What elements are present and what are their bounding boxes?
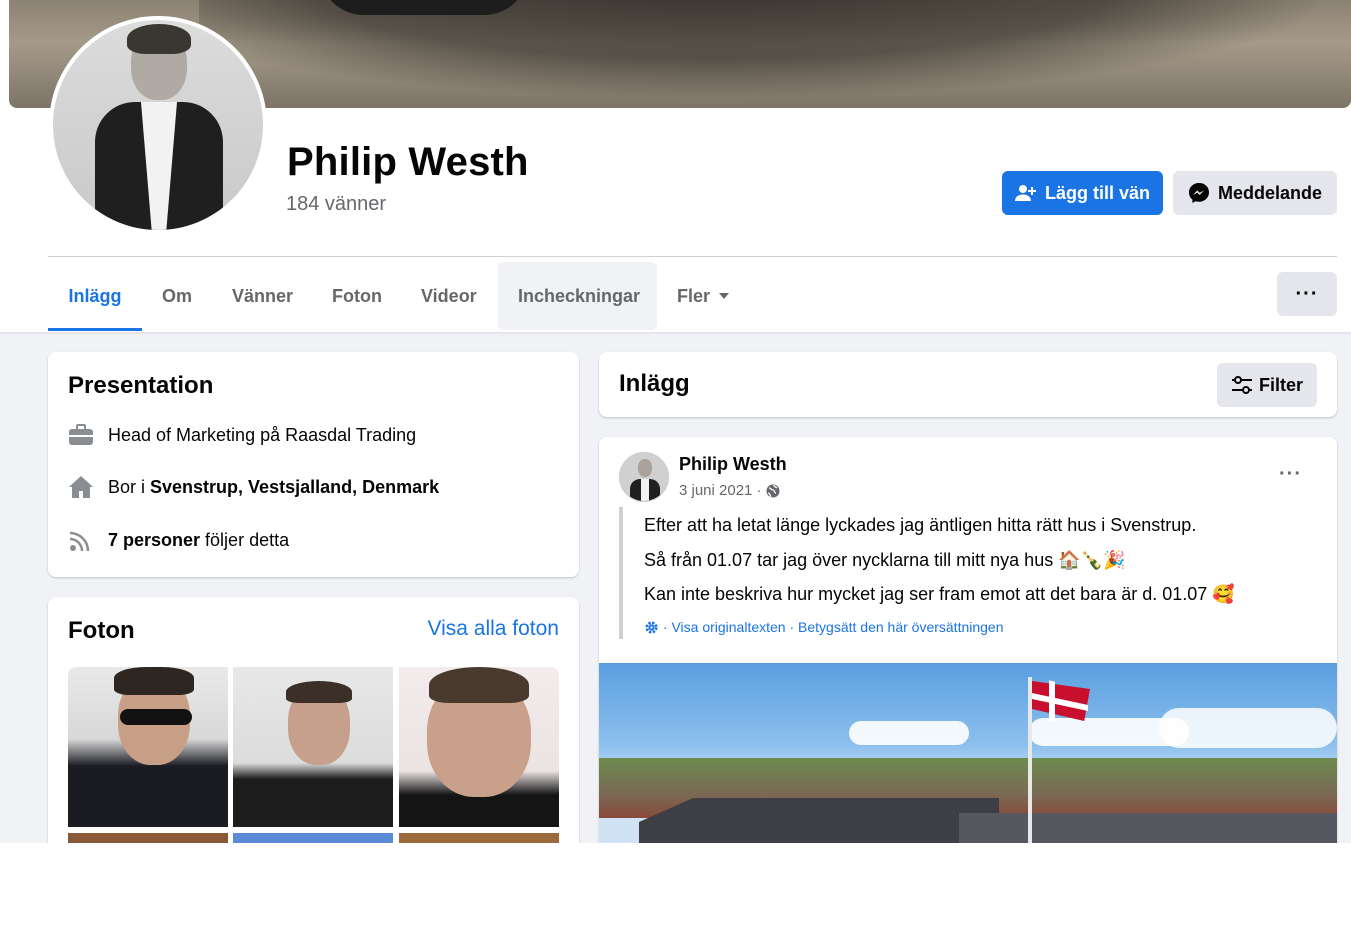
tab-posts[interactable]: Inlägg [48, 262, 142, 330]
post-author-name[interactable]: Philip Westh [679, 454, 787, 475]
tab-more-label: Fler [677, 285, 711, 306]
intro-followers-rest: följer detta [200, 529, 290, 550]
caret-down-icon [719, 293, 730, 299]
cloud-1 [849, 721, 969, 745]
intro-lives: Bor i Svenstrup, Vestsjalland, Denmark [68, 474, 439, 500]
post-text-line-2: Så från 01.07 tar jag över nycklarna til… [644, 550, 1126, 570]
home-icon [68, 474, 94, 500]
post-card: Philip Westh 3 juni 2021 · ··· Efter att… [599, 437, 1337, 843]
globe-icon [766, 484, 780, 497]
tab-about[interactable]: Om [142, 262, 212, 330]
posts-title: Inlägg [619, 370, 690, 397]
briefcase-icon [68, 422, 94, 448]
tab-more[interactable]: Fler [657, 262, 750, 330]
profile-viewport: Philip Westh 184 vänner Lägg till vän Me… [0, 0, 1351, 843]
photos-title: Foton [68, 617, 135, 644]
photo-thumb-5[interactable] [233, 833, 393, 843]
post-avatar-shirt [641, 479, 649, 501]
filter-label: Filter [1258, 374, 1303, 395]
photo-3-hair [429, 667, 529, 703]
profile-header: Philip Westh 184 vänner Lägg till vän Me… [0, 0, 1351, 332]
intro-work: Head of Marketing på Raasdal Trading [68, 422, 416, 448]
translation-links-text[interactable]: · Visa originaltexten · Betygsätt den hä… [659, 619, 1004, 635]
avatar-image [53, 20, 263, 230]
filter-sliders-icon [1231, 376, 1252, 394]
intro-work-text: Head of Marketing på Raasdal Trading [108, 424, 417, 445]
translation-quote-bar [619, 507, 623, 639]
add-friend-icon [1014, 185, 1036, 201]
photo-thumb-1[interactable] [68, 667, 228, 827]
house-roof-right [959, 813, 1337, 843]
intro-lives-prefix: Bor i [108, 476, 151, 497]
profile-avatar[interactable] [49, 16, 267, 234]
cover-car [319, 0, 529, 15]
photo-thumb-4[interactable] [68, 833, 228, 843]
cloud-3 [1159, 708, 1337, 748]
post-text-line-1: Efter att ha letat länge lyckades jag än… [644, 515, 1197, 535]
post-image-house-view[interactable] [599, 663, 1337, 843]
message-button[interactable]: Meddelande [1173, 171, 1337, 215]
tab-photos[interactable]: Foton [312, 262, 402, 330]
posts-header-card: Inlägg Filter [599, 352, 1337, 417]
intro-followers-count[interactable]: 7 personer [108, 530, 200, 551]
post-meta: 3 juni 2021 · [679, 482, 780, 499]
post-avatar-head [638, 459, 652, 477]
profile-name: Philip Westh [287, 140, 529, 184]
photos-card: Foton Visa alla foton [48, 597, 579, 843]
add-friend-label: Lägg till vän [1044, 182, 1150, 203]
post-author-avatar[interactable] [619, 452, 669, 502]
post-text-line-3: Kan inte beskriva hur mycket jag ser fra… [644, 584, 1235, 604]
post-options-button[interactable]: ··· [1279, 463, 1302, 486]
intro-followers: 7 personer följer detta [68, 527, 289, 553]
photo-thumb-2[interactable] [233, 667, 393, 827]
see-all-photos-link[interactable]: Visa alla foton [427, 617, 559, 641]
active-tab-indicator [48, 328, 142, 331]
post-date[interactable]: 3 juni 2021 [679, 482, 752, 499]
tab-friends[interactable]: Vänner [212, 262, 313, 330]
messenger-icon [1188, 183, 1209, 203]
friend-count[interactable]: 184 vänner [286, 193, 386, 216]
house-roof-dark [639, 798, 999, 843]
rss-feed-icon [68, 527, 94, 553]
post-meta-separator: · [752, 482, 766, 499]
flag-pole [1028, 677, 1032, 843]
intro-card: Presentation Head of Marketing på Raasda… [48, 352, 579, 577]
cover-shadow [199, 0, 1339, 100]
filter-button[interactable]: Filter [1217, 363, 1317, 407]
translation-links[interactable]: · Visa originaltexten · Betygsätt den hä… [644, 619, 1004, 635]
photo-1-sunglasses [120, 709, 192, 725]
photo-2-hair [286, 681, 352, 703]
tab-videos[interactable]: Videor [401, 262, 497, 330]
gear-icon [645, 620, 658, 634]
intro-title: Presentation [68, 372, 214, 399]
intro-lives-place[interactable]: Svenstrup, Vestsjalland, Denmark [150, 477, 439, 498]
photo-1-hair [114, 667, 194, 695]
add-friend-button[interactable]: Lägg till vän [1002, 171, 1163, 215]
photo-thumb-6[interactable] [399, 833, 559, 843]
photo-thumb-3[interactable] [399, 667, 559, 827]
tab-check-ins[interactable]: Incheckningar [498, 262, 657, 330]
avatar-person-hair [127, 24, 191, 54]
header-divider [48, 256, 1337, 257]
profile-more-button[interactable]: ··· [1277, 272, 1337, 316]
message-label: Meddelande [1217, 182, 1323, 203]
